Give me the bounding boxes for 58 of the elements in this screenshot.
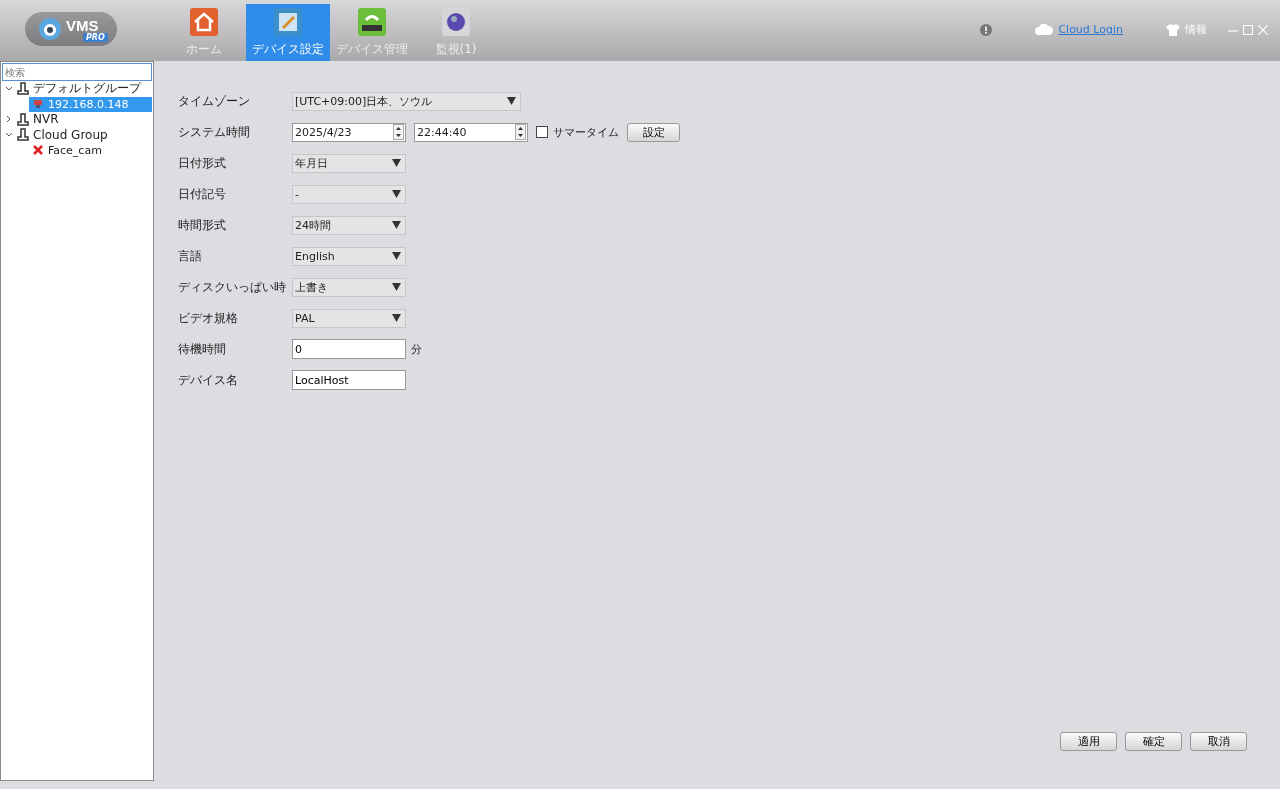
group-icon — [17, 128, 29, 142]
camera-icon — [37, 16, 63, 42]
field-label: 言語 — [178, 247, 203, 265]
time-field[interactable]: 22:44:40 — [414, 122, 528, 142]
set-button[interactable]: 設定 — [627, 122, 680, 142]
field-label: ビデオ規格 — [178, 309, 239, 327]
logo-badge: PRO — [83, 33, 108, 42]
dropdown-arrow-icon — [392, 252, 401, 260]
dropdown-arrow-icon — [392, 159, 401, 167]
date-field[interactable]: 2025/4/23 — [292, 122, 406, 142]
checkbox[interactable] — [536, 126, 548, 138]
dropdown[interactable]: 上書き — [292, 277, 406, 297]
lens-icon — [442, 8, 470, 36]
camera-icon — [33, 99, 43, 109]
dropdown[interactable]: 年月日 — [292, 153, 406, 173]
device-icon — [358, 8, 386, 36]
alert-icon[interactable] — [980, 23, 993, 36]
field-label: 待機時間 — [178, 340, 227, 358]
field-label: タイムゾーン — [178, 92, 251, 110]
chevron-icon[interactable] — [5, 115, 13, 124]
tree-group[interactable]: NVR — [33, 112, 59, 127]
dropdown[interactable]: English — [292, 246, 406, 266]
dropdown-arrow-icon — [392, 283, 401, 291]
dialog-button[interactable]: 適用 — [1060, 732, 1117, 751]
dropdown[interactable]: 24時間 — [292, 215, 406, 235]
dropdown-arrow-icon — [392, 190, 401, 198]
dropdown[interactable]: [UTC+09:00]日本、ソウル — [292, 91, 521, 111]
tree-device[interactable]: Face_cam — [29, 142, 152, 158]
dropdown-arrow-icon — [507, 97, 516, 105]
dropdown-arrow-icon — [392, 221, 401, 229]
tree-group[interactable]: Cloud Group — [33, 127, 108, 142]
search-field[interactable]: 検索 — [2, 63, 152, 81]
logo-text: VMS — [66, 16, 99, 34]
cloud-icon — [1035, 24, 1054, 35]
unit-label: 分 — [411, 341, 422, 357]
tree-group[interactable]: デフォルトグループ — [33, 80, 141, 98]
input-field[interactable]: 0 — [292, 339, 406, 359]
chevron-icon[interactable] — [5, 84, 13, 93]
chevron-icon[interactable] — [5, 130, 13, 139]
field-label: 日付形式 — [178, 154, 227, 172]
house-icon — [190, 8, 218, 36]
field-label: 日付記号 — [178, 185, 227, 203]
input-field[interactable]: LocalHost — [292, 370, 406, 390]
cross-icon — [33, 145, 43, 155]
group-icon — [17, 112, 29, 126]
dialog-button[interactable]: 取消 — [1190, 732, 1247, 751]
spinner-icon[interactable] — [515, 124, 526, 140]
dialog-button[interactable]: 確定 — [1125, 732, 1182, 751]
field-label: システム時間 — [178, 123, 251, 141]
spinner-icon[interactable] — [393, 124, 404, 140]
field-label: デバイス名 — [178, 371, 239, 389]
field-label: ディスクいっぱい時 — [178, 278, 287, 296]
group-icon — [17, 82, 29, 96]
field-label: 時間形式 — [178, 216, 227, 234]
dropdown-arrow-icon — [392, 314, 401, 322]
dropdown[interactable]: - — [292, 184, 406, 204]
checkbox-label: サマータイム — [553, 124, 619, 140]
dropdown[interactable]: PAL — [292, 308, 406, 328]
